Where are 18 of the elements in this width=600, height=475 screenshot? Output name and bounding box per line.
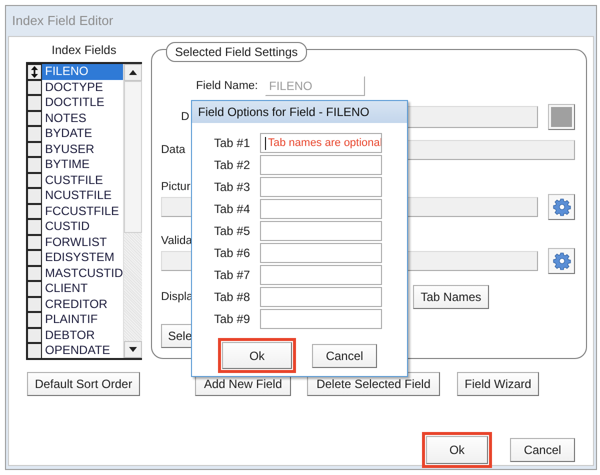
field-label: Data — [161, 144, 186, 156]
tab-label: Tab #3 — [212, 180, 250, 194]
tab-label: Tab #1 — [212, 136, 250, 150]
tab-label: Tab #8 — [212, 290, 250, 304]
group-legend: Selected Field Settings — [166, 42, 307, 62]
tab-label: Tab #2 — [212, 158, 250, 172]
field-label: Valida — [161, 234, 192, 246]
field-label: Field Name: — [196, 80, 258, 92]
field-label: Pictur — [161, 181, 190, 193]
list-label: Index Fields — [52, 42, 116, 58]
dialog-title: Field Options for Field - FILENO — [192, 101, 407, 123]
window-title: Index Field Editor — [11, 12, 114, 30]
tab-label: Tab #4 — [212, 202, 250, 216]
tab-label: Tab #6 — [212, 246, 250, 260]
tab-label: Tab #7 — [212, 268, 250, 282]
tab-label: Tab #5 — [212, 224, 250, 238]
field-label: D — [181, 111, 190, 123]
tab-label: Tab #9 — [212, 312, 250, 326]
